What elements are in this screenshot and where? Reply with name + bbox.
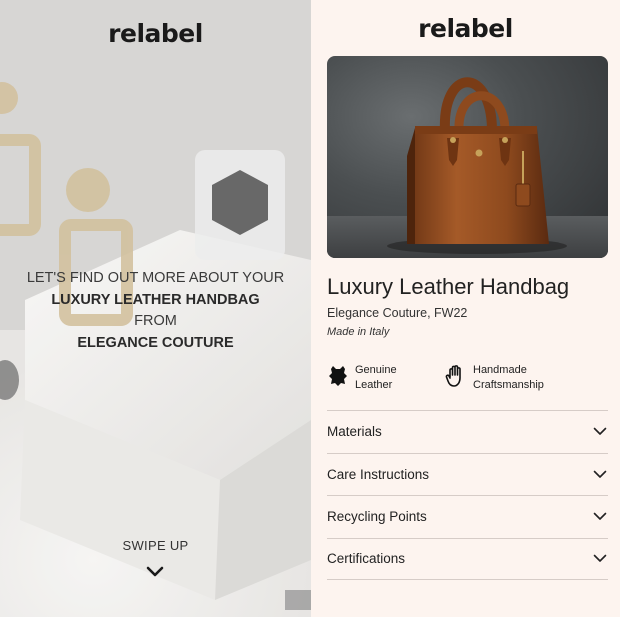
intro-text: LET'S FIND OUT MORE ABOUT YOUR LUXURY LE… bbox=[0, 268, 311, 354]
product-panel: relabel Luxury Leather Handbag Elegance … bbox=[311, 0, 620, 617]
product-title: Luxury Leather Handbag bbox=[327, 274, 570, 299]
handbag-illustration bbox=[327, 77, 608, 258]
product-details-accordion: Materials Care Instructions Recycling Po… bbox=[327, 410, 608, 580]
feature-label-line-2: Craftsmanship bbox=[473, 379, 544, 391]
chevron-down-icon[interactable] bbox=[593, 427, 607, 436]
accordion-label: Certifications bbox=[327, 551, 406, 567]
intro-product-name: LUXURY LEATHER HANDBAG bbox=[51, 291, 260, 308]
accordion-label: Recycling Points bbox=[327, 509, 427, 525]
intro-line-3: FROM bbox=[134, 313, 177, 329]
intro-brand-name: ELEGANCE COUTURE bbox=[77, 334, 234, 351]
swipe-up-label[interactable]: SWIPE UP bbox=[0, 538, 311, 553]
feature-genuine-leather: Genuine Leather bbox=[327, 363, 435, 393]
brand-logo: relabel bbox=[108, 19, 203, 48]
accordion-certifications[interactable]: Certifications bbox=[327, 537, 608, 580]
accordion-label: Care Instructions bbox=[327, 466, 430, 482]
product-origin: Made in Italy bbox=[327, 326, 390, 338]
feature-handmade: Handmade Craftsmanship bbox=[445, 363, 553, 393]
intro-line-1: LET'S FIND OUT MORE ABOUT YOUR bbox=[26, 270, 285, 286]
feature-label-line-1: Handmade bbox=[473, 364, 527, 376]
chevron-down-icon[interactable] bbox=[593, 512, 607, 521]
feature-label-line-1: Genuine bbox=[355, 364, 397, 376]
accordion-recycling-points[interactable]: Recycling Points bbox=[327, 495, 608, 538]
hand-icon bbox=[445, 365, 461, 387]
leather-hide-icon bbox=[329, 366, 347, 386]
feature-label-line-2: Leather bbox=[355, 379, 393, 391]
chevron-down-icon[interactable] bbox=[593, 554, 607, 563]
accordion-care-instructions[interactable]: Care Instructions bbox=[327, 452, 608, 496]
intro-panel: relabel LET'S FIND OUT MORE ABOUT YOUR L… bbox=[0, 0, 311, 617]
product-brand-season: Elegance Couture, FW22 bbox=[327, 306, 468, 320]
accordion-label: Materials bbox=[327, 424, 382, 440]
chevron-down-icon[interactable] bbox=[145, 565, 165, 579]
chevron-down-icon[interactable] bbox=[593, 470, 607, 479]
accordion-materials[interactable]: Materials bbox=[327, 410, 608, 453]
product-image bbox=[327, 56, 608, 258]
brand-logo: relabel bbox=[418, 14, 513, 43]
